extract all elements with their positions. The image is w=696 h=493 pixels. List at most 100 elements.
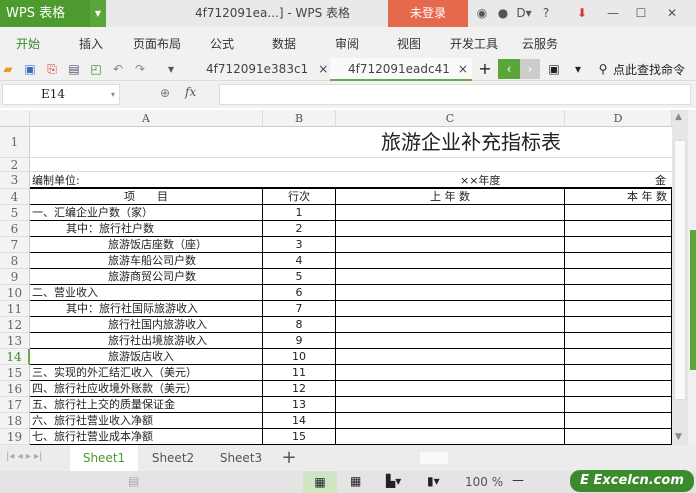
search-icon[interactable]: ⚲ [595, 61, 611, 77]
chevron-down-icon[interactable]: ▾ [111, 85, 115, 104]
this-year-cell[interactable] [565, 317, 672, 333]
row-header[interactable]: 4 [0, 189, 30, 205]
menu-data[interactable]: 数据 [272, 27, 296, 61]
prev-year-cell[interactable] [336, 397, 565, 413]
sheet-list-icon[interactable]: ▤ [128, 474, 139, 488]
select-all-corner[interactable] [0, 110, 30, 127]
line-number-cell[interactable]: 9 [263, 333, 336, 349]
row-header[interactable]: 15 [0, 365, 30, 381]
save-icon[interactable]: ▣ [22, 61, 38, 77]
undo-icon[interactable]: ↶ [110, 61, 126, 77]
horizontal-scrollbar[interactable] [390, 452, 660, 464]
spreadsheet-grid[interactable]: A B C D 1 2 3 4 旅游企业补充指标表 编制单位: ××年度 金 项… [0, 110, 672, 445]
prev-year-cell[interactable] [336, 285, 565, 301]
side-panel-toggle[interactable] [690, 230, 696, 370]
line-number-cell[interactable]: 2 [263, 221, 336, 237]
page-layout-icon[interactable]: ▙▾ [386, 474, 401, 488]
line-number-cell[interactable]: 3 [263, 237, 336, 253]
this-year-cell[interactable] [565, 413, 672, 429]
menu-formula[interactable]: 公式 [210, 27, 234, 61]
scroll-thumb[interactable] [674, 140, 686, 400]
row-header[interactable]: 5 [0, 205, 30, 221]
prev-year-cell[interactable] [336, 301, 565, 317]
doc-tab-2[interactable]: 4f712091eadc41 × [330, 58, 472, 81]
menu-home[interactable]: 开始 [16, 27, 40, 61]
prev-year-cell[interactable] [336, 349, 565, 365]
header-prev-year[interactable]: 上 年 数 [336, 189, 565, 205]
this-year-cell[interactable] [565, 397, 672, 413]
sheet-tab-2[interactable]: Sheet2 [140, 445, 206, 471]
row-header[interactable]: 14 [0, 349, 30, 365]
prev-year-cell[interactable] [336, 381, 565, 397]
scroll-up-icon[interactable]: ▲ [675, 112, 682, 122]
row-header[interactable]: 12 [0, 317, 30, 333]
prev-year-cell[interactable] [336, 269, 565, 285]
row-header[interactable]: 2 [0, 158, 30, 172]
this-year-cell[interactable] [565, 285, 672, 301]
eye-protect-icon[interactable]: ▮▾ [427, 474, 440, 488]
this-year-cell[interactable] [565, 333, 672, 349]
item-cell[interactable]: 三、实现的外汇结汇收入（美元） [30, 365, 263, 381]
prev-year-cell[interactable] [336, 413, 565, 429]
header-this-year[interactable]: 本 年 数 [565, 189, 672, 205]
row-header[interactable]: 3 [0, 172, 30, 189]
item-cell[interactable]: 一、汇编企业户数（家） [30, 205, 263, 221]
item-cell[interactable]: 其中：旅行社国际旅游收入 [30, 301, 263, 317]
menu-review[interactable]: 审阅 [335, 27, 359, 61]
this-year-cell[interactable] [565, 301, 672, 317]
this-year-cell[interactable] [565, 381, 672, 397]
function-icon[interactable]: fx [185, 85, 196, 99]
line-number-cell[interactable]: 14 [263, 413, 336, 429]
line-number-cell[interactable]: 4 [263, 253, 336, 269]
maximize-icon[interactable]: ☐ [633, 5, 649, 21]
item-cell[interactable]: 旅游饭店座数（座） [30, 237, 263, 253]
customize-dropdown-icon[interactable]: ▾ [163, 61, 179, 77]
column-header-d[interactable]: D [565, 110, 672, 127]
item-cell[interactable]: 旅行社国内旅游收入 [30, 317, 263, 333]
menu-insert[interactable]: 插入 [79, 27, 103, 61]
prev-year-cell[interactable] [336, 237, 565, 253]
item-cell[interactable]: 七、旅行社营业成本净额 [30, 429, 263, 445]
item-cell[interactable]: 旅游车船公司户数 [30, 253, 263, 269]
prev-year-cell[interactable] [336, 253, 565, 269]
open-icon[interactable]: ▰ [0, 61, 16, 77]
column-header-c[interactable]: C [336, 110, 565, 127]
tab-next-button[interactable]: › [520, 59, 540, 79]
menu-cloud[interactable]: 云服务 [522, 27, 558, 61]
item-cell[interactable]: 四、旅行社应收境外账款（美元） [30, 381, 263, 397]
this-year-cell[interactable] [565, 349, 672, 365]
normal-view-icon[interactable]: ▦ [303, 471, 337, 493]
zoom-level[interactable]: 100 % [465, 475, 503, 489]
menu-view[interactable]: 视图 [397, 27, 421, 61]
column-header-b[interactable]: B [263, 110, 336, 127]
line-number-cell[interactable]: 6 [263, 285, 336, 301]
print-preview-icon[interactable]: ◰ [88, 61, 104, 77]
close-icon[interactable]: ✕ [664, 5, 680, 21]
sheet-tab-1[interactable]: Sheet1 [70, 445, 138, 471]
feedback-icon[interactable]: D▾ [516, 5, 532, 21]
row-header[interactable]: 18 [0, 413, 30, 429]
formula-input[interactable] [219, 84, 691, 105]
line-number-cell[interactable]: 11 [263, 365, 336, 381]
line-number-cell[interactable]: 5 [263, 269, 336, 285]
item-cell[interactable]: 旅游饭店收入 [30, 349, 263, 365]
item-cell[interactable]: 旅游商贸公司户数 [30, 269, 263, 285]
page-break-view-icon[interactable]: ▦ [350, 474, 361, 488]
row-header[interactable]: 6 [0, 221, 30, 237]
help-icon[interactable]: ? [538, 5, 554, 21]
sheet-nav-icons[interactable]: |◂ ◂ ▸ ▸| [6, 451, 42, 462]
prev-year-cell[interactable] [336, 429, 565, 445]
line-number-cell[interactable]: 7 [263, 301, 336, 317]
sheet-tab-3[interactable]: Sheet3 [208, 445, 274, 471]
header-line[interactable]: 行次 [263, 189, 336, 205]
column-header-a[interactable]: A [30, 110, 263, 127]
line-number-cell[interactable]: 12 [263, 381, 336, 397]
this-year-cell[interactable] [565, 429, 672, 445]
item-cell[interactable]: 旅行社出境旅游收入 [30, 333, 263, 349]
this-year-cell[interactable] [565, 237, 672, 253]
prev-year-cell[interactable] [336, 333, 565, 349]
chevron-down-icon[interactable]: ▼ [90, 0, 106, 27]
line-number-cell[interactable]: 8 [263, 317, 336, 333]
empty-row[interactable] [30, 158, 672, 172]
line-number-cell[interactable]: 1 [263, 205, 336, 221]
